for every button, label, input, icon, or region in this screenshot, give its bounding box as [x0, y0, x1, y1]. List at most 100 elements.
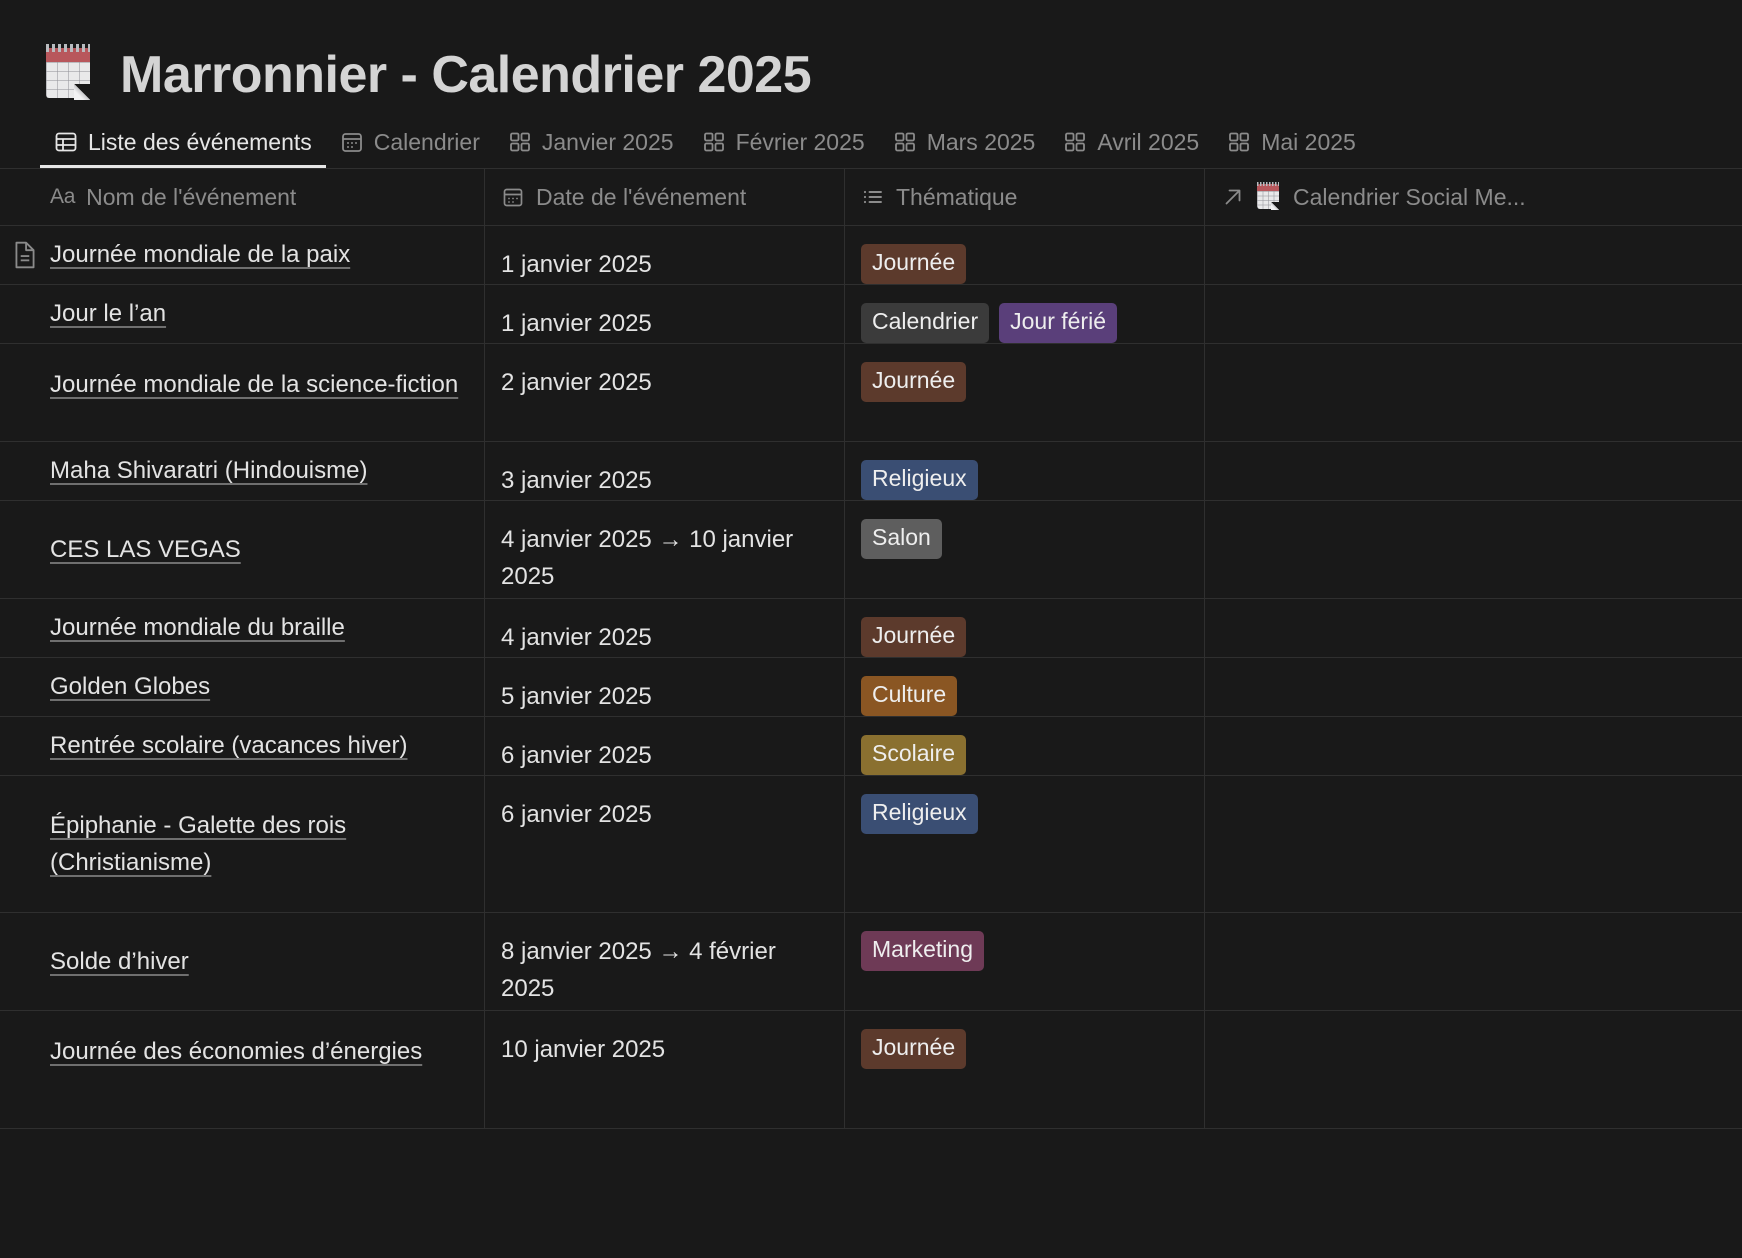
cell-thematique[interactable]: Marketing — [845, 913, 1205, 1010]
table-row[interactable]: Journée mondiale de la paix 1 janvier 202… — [0, 226, 1742, 285]
table-row[interactable]: Journée des économies d’énergies 10 janvi… — [0, 1011, 1742, 1129]
events-table: Aa Nom de l'événement Date de l'événemen… — [0, 168, 1742, 1129]
thematique-tag: Religieux — [861, 460, 978, 500]
table-row[interactable]: Épiphanie - Galette des rois (Christiani… — [0, 776, 1742, 913]
thematique-tag: Journée — [861, 362, 967, 402]
cell-event-name[interactable]: Journée des économies d’énergies — [0, 1011, 485, 1128]
cell-thematique[interactable]: Culture — [845, 658, 1205, 716]
table-row[interactable]: Golden Globes 5 janvier 2025 Culture — [0, 658, 1742, 717]
event-date-value: 4 janvier 2025 → 10 janvier 2025 — [501, 526, 794, 591]
cell-calendrier-social-media[interactable] — [1205, 442, 1742, 500]
thematique-tag: Calendrier — [861, 303, 990, 343]
cell-calendrier-social-media[interactable] — [1205, 285, 1742, 343]
cell-event-name[interactable]: Maha Shivaratri (Hindouisme) — [0, 442, 485, 500]
cell-event-date[interactable]: 4 janvier 2025 → 10 janvier 2025 — [485, 501, 845, 598]
event-date-value: 3 janvier 2025 — [501, 467, 652, 494]
event-name-link[interactable]: Jour le l’an — [50, 295, 166, 332]
event-name-link[interactable]: Journée des économies d’énergies — [50, 1033, 422, 1070]
cell-thematique[interactable]: Religieux — [845, 442, 1205, 500]
cell-thematique[interactable]: Calendrier Jour férié — [845, 285, 1205, 343]
cell-event-name[interactable]: Jour le l’an — [0, 285, 485, 343]
event-name-link[interactable]: Journée mondiale du braille — [50, 609, 345, 646]
cell-calendrier-social-media[interactable] — [1205, 717, 1742, 775]
cell-calendrier-social-media[interactable] — [1205, 913, 1742, 1010]
thematique-tag: Jour férié — [999, 303, 1117, 343]
tab-liste-des-evenements[interactable]: Liste des événements — [40, 116, 326, 168]
cell-event-name[interactable]: Journée mondiale de la science-fiction — [0, 344, 485, 441]
cell-thematique[interactable]: Religieux — [845, 776, 1205, 912]
event-name-link[interactable]: Maha Shivaratri (Hindouisme) — [50, 452, 367, 489]
event-name-link[interactable]: Solde d’hiver — [50, 943, 189, 980]
cell-event-date[interactable]: 6 janvier 2025 — [485, 717, 845, 775]
cell-event-date[interactable]: 6 janvier 2025 — [485, 776, 845, 912]
event-date-value: 2 janvier 2025 — [501, 369, 652, 396]
table-row[interactable]: Journée mondiale du braille 4 janvier 202… — [0, 599, 1742, 658]
cell-thematique[interactable]: Journée — [845, 1011, 1205, 1128]
event-date-value: 6 janvier 2025 — [501, 801, 652, 828]
tab-label: Février 2025 — [735, 128, 865, 155]
column-header-date[interactable]: Date de l'événement — [485, 169, 845, 225]
table-row[interactable]: Jour le l’an 1 janvier 2025 Calendrier Jour… — [0, 285, 1742, 344]
cell-event-name[interactable]: Golden Globes — [0, 658, 485, 716]
cell-calendrier-social-media[interactable] — [1205, 1011, 1742, 1128]
cell-event-date[interactable]: 1 janvier 2025 — [485, 285, 845, 343]
tab-janvier-2025[interactable]: Janvier 2025 — [494, 116, 688, 168]
tab-calendrier[interactable]: Calendrier — [326, 116, 494, 168]
cell-event-name[interactable]: Solde d’hiver — [0, 913, 485, 1010]
table-row[interactable]: Rentrée scolaire (vacances hiver) 6 janvi… — [0, 717, 1742, 776]
event-date-value: 8 janvier 2025 → 4 février 2025 — [501, 938, 776, 1003]
column-header-thematique[interactable]: Thématique — [845, 169, 1205, 225]
event-name-link[interactable]: Golden Globes — [50, 668, 210, 705]
cell-event-date[interactable]: 4 janvier 2025 — [485, 599, 845, 657]
cell-event-date[interactable]: 8 janvier 2025 → 4 février 2025 — [485, 913, 845, 1010]
event-name-link[interactable]: Épiphanie - Galette des rois (Christiani… — [50, 807, 468, 881]
tab-fevrier-2025[interactable]: Février 2025 — [688, 116, 879, 168]
column-header-calendrier-social-media[interactable]: Calendrier Social Me... — [1205, 169, 1742, 225]
cell-thematique[interactable]: Journée — [845, 226, 1205, 284]
table-row[interactable]: Maha Shivaratri (Hindouisme) 3 janvier 20… — [0, 442, 1742, 501]
cell-event-name[interactable]: Journée mondiale de la paix — [0, 226, 485, 284]
cell-calendrier-social-media[interactable] — [1205, 776, 1742, 912]
calendar-view-icon — [341, 133, 362, 152]
tab-label: Mai 2025 — [1261, 128, 1356, 155]
cell-thematique[interactable]: Journée — [845, 344, 1205, 441]
column-header-nom[interactable]: Aa Nom de l'événement — [0, 169, 485, 225]
thematique-tag: Marketing — [861, 931, 984, 971]
cell-thematique[interactable]: Salon — [845, 501, 1205, 598]
tab-mai-2025[interactable]: Mai 2025 — [1213, 116, 1370, 168]
cell-event-name[interactable]: CES LAS VEGAS — [0, 501, 485, 598]
event-name-link[interactable]: Rentrée scolaire (vacances hiver) — [50, 727, 407, 764]
cell-calendrier-social-media[interactable] — [1205, 501, 1742, 598]
page-header: Marronnier - Calendrier 2025 — [0, 0, 1742, 112]
cell-calendrier-social-media[interactable] — [1205, 344, 1742, 441]
cell-event-date[interactable]: 1 janvier 2025 — [485, 226, 845, 284]
multi-select-icon — [863, 190, 882, 204]
cell-event-name[interactable]: Épiphanie - Galette des rois (Christiani… — [0, 776, 485, 912]
table-row[interactable]: CES LAS VEGAS 4 janvier 2025 → 10 janvier… — [0, 501, 1742, 599]
cell-calendrier-social-media[interactable] — [1205, 599, 1742, 657]
event-name-link[interactable]: CES LAS VEGAS — [50, 531, 241, 568]
cell-calendrier-social-media[interactable] — [1205, 226, 1742, 284]
notion-database-page: Marronnier - Calendrier 2025 Liste des é… — [0, 0, 1742, 1258]
board-view-icon — [1065, 132, 1086, 152]
cell-thematique[interactable]: Journée — [845, 599, 1205, 657]
event-name-link[interactable]: Journée mondiale de la paix — [50, 236, 350, 273]
cell-event-date[interactable]: 10 janvier 2025 — [485, 1011, 845, 1128]
tab-mars-2025[interactable]: Mars 2025 — [879, 116, 1050, 168]
cell-calendrier-social-media[interactable] — [1205, 658, 1742, 716]
cell-event-date[interactable]: 2 janvier 2025 — [485, 344, 845, 441]
table-row[interactable]: Solde d’hiver 8 janvier 2025 → 4 février … — [0, 913, 1742, 1011]
event-name-link[interactable]: Journée mondiale de la science-fiction — [50, 366, 458, 403]
cell-event-name[interactable]: Journée mondiale du braille — [0, 599, 485, 657]
board-view-icon — [509, 132, 530, 152]
relation-arrow-icon — [1225, 189, 1241, 205]
tab-avril-2025[interactable]: Avril 2025 — [1049, 116, 1213, 168]
table-row[interactable]: Journée mondiale de la science-fiction 2 … — [0, 344, 1742, 442]
cell-event-date[interactable]: 3 janvier 2025 — [485, 442, 845, 500]
cell-event-date[interactable]: 5 janvier 2025 — [485, 658, 845, 716]
cell-thematique[interactable]: Scolaire — [845, 717, 1205, 775]
page-document-icon[interactable] — [12, 240, 38, 270]
cell-event-name[interactable]: Rentrée scolaire (vacances hiver) — [0, 717, 485, 775]
board-view-icon — [703, 132, 724, 152]
event-date-value: 4 janvier 2025 — [501, 624, 652, 651]
